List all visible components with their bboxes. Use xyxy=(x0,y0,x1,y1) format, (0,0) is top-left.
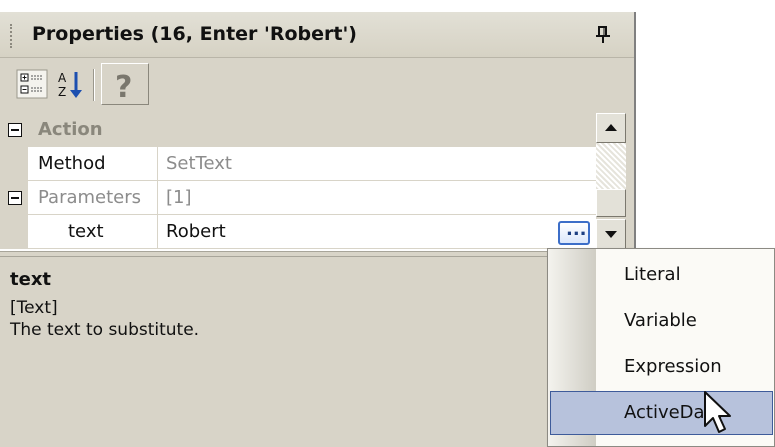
ellipsis-icon[interactable] xyxy=(558,219,590,245)
menu-item-literal[interactable]: Literal xyxy=(550,253,773,297)
property-row-method[interactable]: Method SetText xyxy=(0,147,596,181)
property-name: text xyxy=(28,215,158,249)
description-pane: text [Text] The text to substitute. xyxy=(0,257,634,447)
property-name: Parameters xyxy=(28,181,158,215)
panel-titlebar[interactable]: Properties (16, Enter 'Robert') xyxy=(0,12,634,58)
scroll-track[interactable] xyxy=(596,143,626,189)
dropdown-button[interactable] xyxy=(596,219,626,249)
mouse-pointer-icon xyxy=(704,391,731,433)
drag-grip-icon[interactable] xyxy=(10,24,14,48)
description-title: text xyxy=(10,269,52,290)
menu-item-expression[interactable]: Expression xyxy=(550,345,773,389)
category-row-action[interactable]: Action xyxy=(0,113,596,147)
pin-icon[interactable] xyxy=(592,24,614,46)
properties-window: Properties (16, Enter 'Robert') A Z ? Ac… xyxy=(0,0,775,447)
vertical-scrollbar[interactable] xyxy=(596,113,626,217)
collapse-icon[interactable] xyxy=(8,123,22,137)
properties-panel: Properties (16, Enter 'Robert') A Z ? Ac… xyxy=(0,0,636,447)
description-type: [Text] xyxy=(10,298,58,318)
sort-alphabetical-icon[interactable]: A Z xyxy=(54,66,90,102)
collapse-icon[interactable] xyxy=(8,191,22,205)
property-value[interactable]: [1] xyxy=(158,181,596,215)
help-icon: ? xyxy=(115,70,132,101)
category-label: Action xyxy=(38,119,103,140)
scroll-up-button[interactable] xyxy=(596,113,626,143)
property-name: Method xyxy=(28,147,158,181)
menu-item-variable[interactable]: Variable xyxy=(550,299,773,343)
help-button[interactable]: ? xyxy=(101,63,149,105)
toolbar-separator xyxy=(93,69,95,101)
arrow-up-icon xyxy=(605,124,617,131)
toolbar: A Z ? xyxy=(0,58,634,113)
arrow-down-icon xyxy=(605,231,617,238)
property-row-parameters[interactable]: Parameters [1] xyxy=(0,181,596,215)
panel-title: Properties (16, Enter 'Robert') xyxy=(32,23,357,45)
svg-text:?: ? xyxy=(115,70,132,101)
menu-item-activedata[interactable]: ActiveData xyxy=(550,391,773,435)
description-text: The text to substitute. xyxy=(10,320,200,340)
property-row-text[interactable]: text Robert xyxy=(0,215,596,249)
property-value[interactable]: SetText xyxy=(158,147,596,181)
svg-text:A: A xyxy=(58,71,67,85)
categorized-icon[interactable] xyxy=(14,66,50,102)
svg-text:Z: Z xyxy=(58,85,66,99)
scroll-thumb[interactable] xyxy=(596,189,626,217)
panel-top-strip xyxy=(0,0,636,12)
property-value-input[interactable]: Robert xyxy=(158,215,596,249)
property-grid: Action Method SetText Parameters [1] tex… xyxy=(0,113,596,251)
value-type-menu: Literal Variable Expression ActiveData xyxy=(547,248,775,447)
